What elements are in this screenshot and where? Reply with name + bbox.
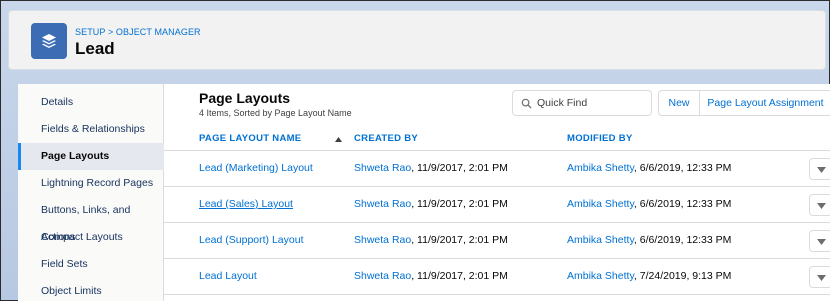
created-date: , 11/9/2017, 2:01 PM xyxy=(411,198,508,210)
table-header: PAGE LAYOUT NAME CREATED BY MODIFIED BY xyxy=(164,127,830,151)
modified-by-link[interactable]: Ambika Shetty xyxy=(567,270,634,282)
layout-name-link[interactable]: Lead (Support) Layout xyxy=(199,234,304,246)
row-actions-button[interactable] xyxy=(809,230,830,252)
chevron-down-icon xyxy=(817,203,826,209)
row-actions-button[interactable] xyxy=(809,158,830,180)
object-manager-sidebar: Details Fields & Relationships Page Layo… xyxy=(18,84,164,301)
column-header-created-by[interactable]: CREATED BY xyxy=(354,133,418,144)
row-actions-button[interactable] xyxy=(809,194,830,216)
sidebar-item-fields-relationships[interactable]: Fields & Relationships xyxy=(18,116,164,143)
page-layout-assignment-button[interactable]: Page Layout Assignment xyxy=(699,90,830,116)
sort-ascending-icon[interactable] xyxy=(335,137,342,142)
created-by-link[interactable]: Shweta Rao xyxy=(354,198,411,210)
created-date: , 11/9/2017, 2:01 PM xyxy=(411,162,508,174)
sidebar-item-compact-layouts[interactable]: Compact Layouts xyxy=(18,224,164,251)
modified-by-link[interactable]: Ambika Shetty xyxy=(567,198,634,210)
created-by-link[interactable]: Shweta Rao xyxy=(354,234,411,246)
sidebar-item-details[interactable]: Details xyxy=(18,89,164,116)
sidebar-item-field-sets[interactable]: Field Sets xyxy=(18,251,164,278)
table-row: Lead (Marketing) Layout Shweta Rao, 11/9… xyxy=(164,151,830,187)
section-title: Page Layouts xyxy=(199,90,291,106)
table-row: Lead (Sales) Layout Shweta Rao, 11/9/201… xyxy=(164,187,830,223)
quick-find-input[interactable]: Quick Find xyxy=(512,90,652,116)
new-button[interactable]: New xyxy=(658,90,700,116)
layers-icon xyxy=(31,23,67,59)
search-icon xyxy=(521,98,532,109)
chevron-down-icon xyxy=(817,239,826,245)
created-by-link[interactable]: Shweta Rao xyxy=(354,270,411,282)
created-date: , 11/9/2017, 2:01 PM xyxy=(411,270,508,282)
page-layouts-panel: Page Layouts 4 Items, Sorted by Page Lay… xyxy=(164,84,830,301)
breadcrumb[interactable]: SETUP > OBJECT MANAGER xyxy=(75,27,201,37)
modified-by-link[interactable]: Ambika Shetty xyxy=(567,234,634,246)
modified-date: , 7/24/2019, 9:13 PM xyxy=(633,270,732,282)
created-date: , 11/9/2017, 2:01 PM xyxy=(411,234,508,246)
modified-date: , 6/6/2019, 12:33 PM xyxy=(633,234,732,246)
column-header-modified-by[interactable]: MODIFIED BY xyxy=(567,133,633,144)
object-header: SETUP > OBJECT MANAGER Lead xyxy=(8,10,826,70)
sidebar-item-object-limits[interactable]: Object Limits xyxy=(18,278,164,301)
layout-name-link[interactable]: Lead (Marketing) Layout xyxy=(199,162,313,174)
table-row: Lead (Support) Layout Shweta Rao, 11/9/2… xyxy=(164,223,830,259)
modified-by-link[interactable]: Ambika Shetty xyxy=(567,162,634,174)
layout-name-link[interactable]: Lead (Sales) Layout xyxy=(199,198,293,210)
sidebar-item-lightning-record-pages[interactable]: Lightning Record Pages xyxy=(18,170,164,197)
page-title: Lead xyxy=(75,39,115,58)
created-by-link[interactable]: Shweta Rao xyxy=(354,162,411,174)
item-count-subtitle: 4 Items, Sorted by Page Layout Name xyxy=(199,108,352,118)
chevron-down-icon xyxy=(817,275,826,281)
layout-name-link[interactable]: Lead Layout xyxy=(199,270,257,282)
sidebar-item-buttons-links-actions[interactable]: Buttons, Links, and Actions xyxy=(18,197,164,243)
sidebar-item-page-layouts[interactable]: Page Layouts xyxy=(18,143,164,170)
modified-date: , 6/6/2019, 12:33 PM xyxy=(633,162,732,174)
row-actions-button[interactable] xyxy=(809,266,830,288)
column-header-page-layout-name[interactable]: PAGE LAYOUT NAME xyxy=(199,133,301,144)
chevron-down-icon xyxy=(817,167,826,173)
modified-date: , 6/6/2019, 12:33 PM xyxy=(633,198,732,210)
quick-find-placeholder: Quick Find xyxy=(537,97,588,109)
table-row: Lead Layout Shweta Rao, 11/9/2017, 2:01 … xyxy=(164,259,830,295)
app-frame: SETUP > OBJECT MANAGER Lead Details Fiel… xyxy=(0,0,830,301)
